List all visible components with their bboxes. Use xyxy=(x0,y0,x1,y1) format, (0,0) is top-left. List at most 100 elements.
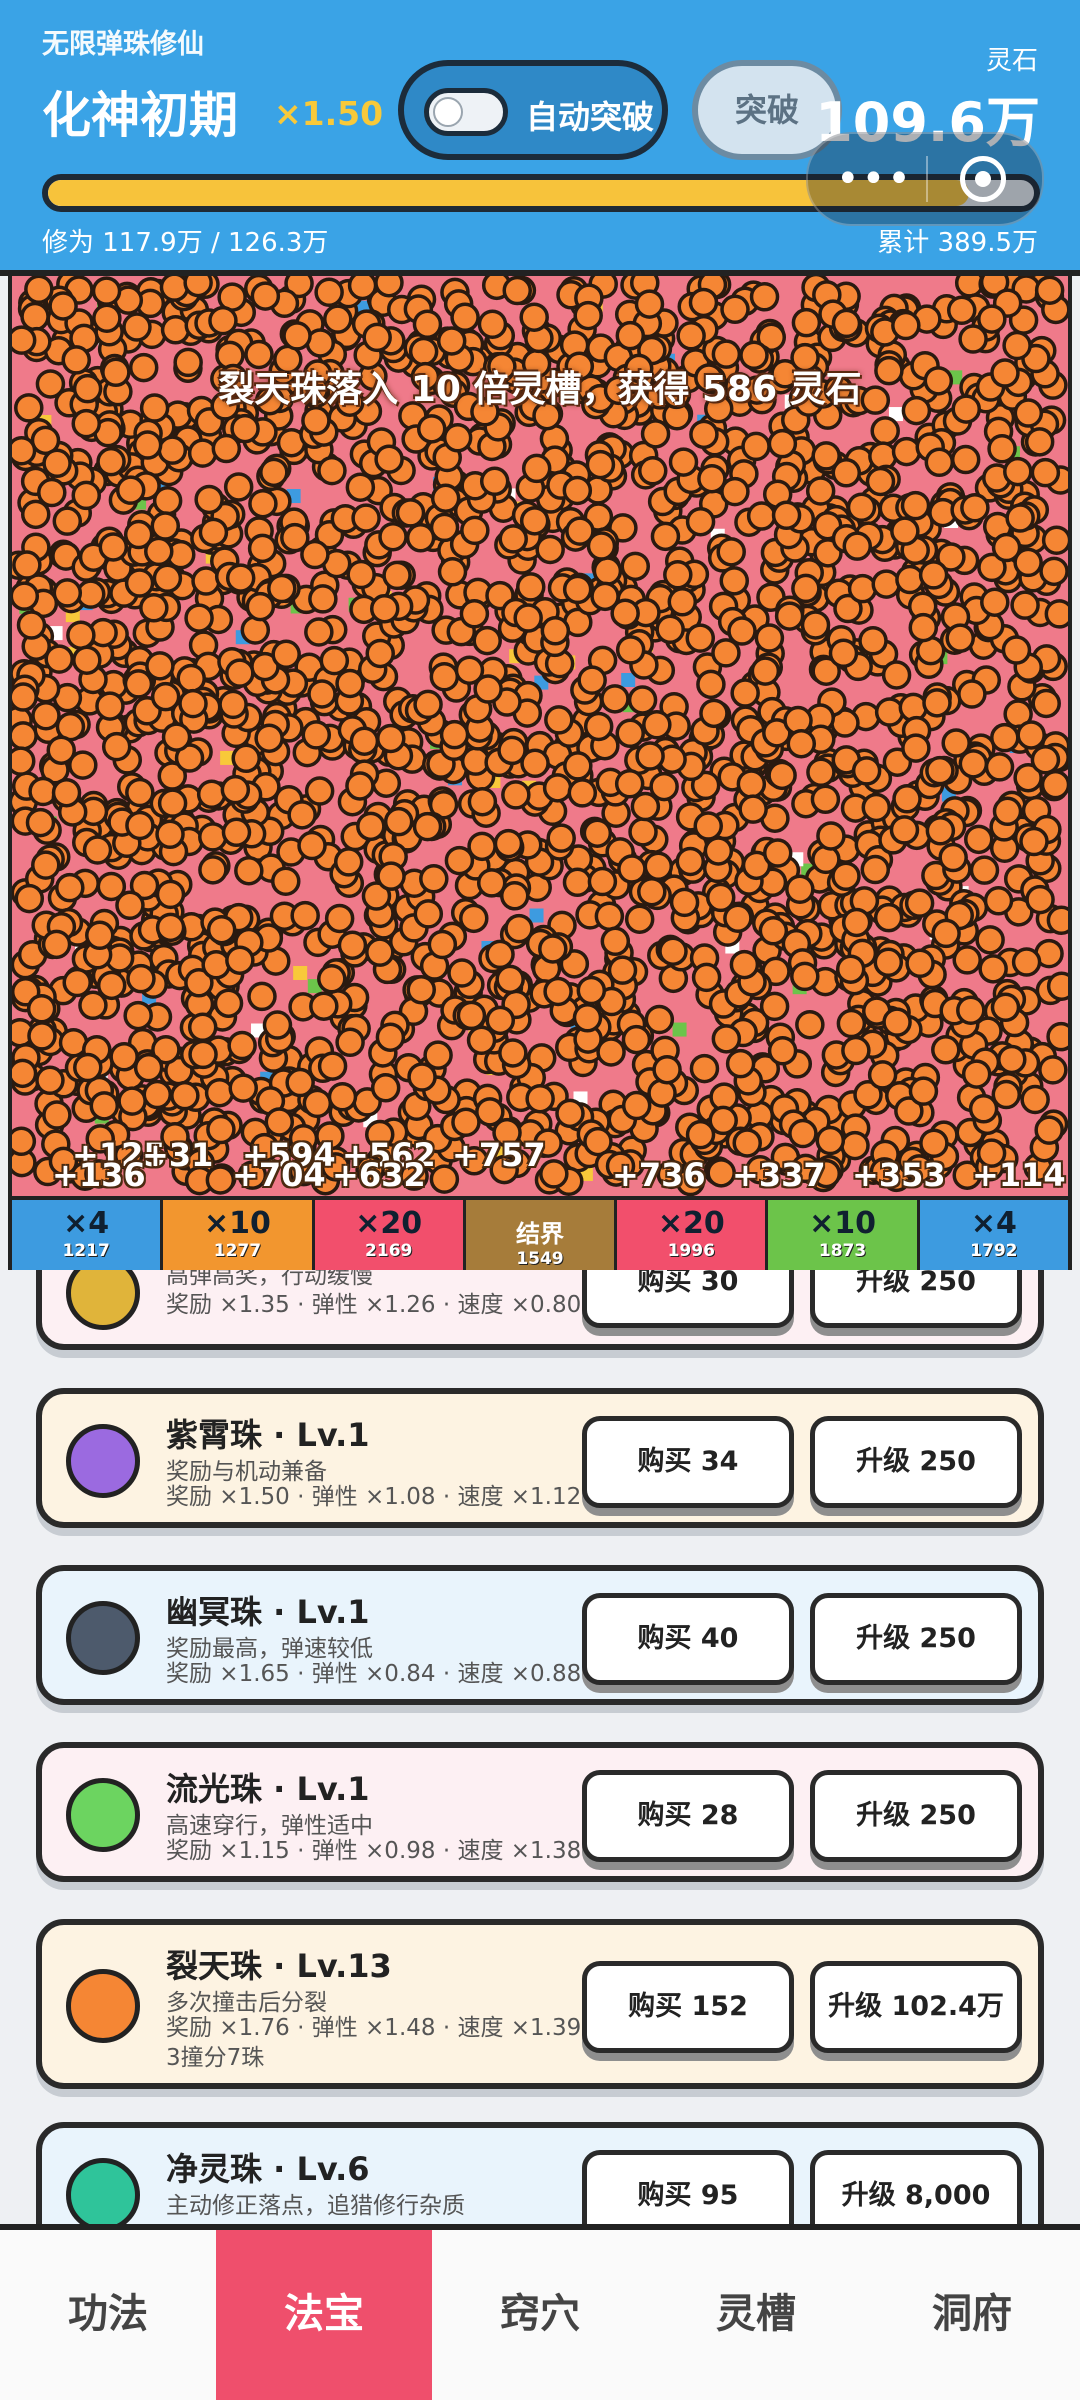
upgrade-button[interactable]: 升级 250 xyxy=(810,1270,1022,1328)
bead xyxy=(82,835,113,865)
auto-breakthrough-label: 自动突破 xyxy=(526,98,655,136)
bead xyxy=(234,855,264,886)
bead xyxy=(901,733,931,763)
bead xyxy=(562,475,593,506)
bead xyxy=(71,480,101,511)
bead xyxy=(262,1010,293,1040)
bead xyxy=(460,515,490,546)
buy-button[interactable]: 购买 40 xyxy=(582,1593,794,1685)
bead xyxy=(858,625,888,656)
bead xyxy=(213,988,244,1018)
upgrade-button[interactable]: 升级 250 xyxy=(810,1416,1022,1508)
upgrade-button[interactable]: 升级 250 xyxy=(810,1593,1022,1685)
bead xyxy=(447,958,477,988)
bead xyxy=(540,616,571,646)
more-dots-icon[interactable]: ••• xyxy=(836,156,913,202)
bead xyxy=(52,578,83,608)
bead-description: 高速穿行，弹性适中 xyxy=(166,1813,373,1839)
bead xyxy=(271,866,301,897)
bead xyxy=(365,937,395,967)
auto-breakthrough-toggle[interactable]: 自动突破 xyxy=(398,60,668,160)
bead-icon xyxy=(66,1270,140,1330)
bead xyxy=(35,1065,65,1096)
bead xyxy=(546,823,576,853)
tab-0[interactable]: 功法 xyxy=(0,2230,216,2400)
bead xyxy=(583,711,614,742)
target-close-icon[interactable] xyxy=(960,156,1006,202)
bead xyxy=(836,1008,867,1039)
bead xyxy=(31,701,61,731)
bead-description: 多次撞击后分裂 xyxy=(166,1990,327,2016)
bead xyxy=(347,276,378,301)
bead xyxy=(248,488,278,519)
bead xyxy=(221,817,252,848)
bead xyxy=(71,408,101,439)
tab-3[interactable]: 灵槽 xyxy=(648,2230,864,2400)
bottom-tab-bar: 功法 法宝 窍穴 灵槽 洞府 xyxy=(0,2224,1080,2400)
bead xyxy=(621,1090,652,1121)
bead xyxy=(961,1059,992,1089)
bead xyxy=(345,472,376,502)
bead xyxy=(676,321,706,351)
bead xyxy=(485,939,515,970)
bead xyxy=(31,850,61,880)
bead xyxy=(759,991,790,1022)
bead xyxy=(196,779,227,809)
bead xyxy=(42,1100,72,1130)
bead xyxy=(132,430,163,460)
realm-title: 化神初期 xyxy=(42,87,239,144)
score-popup: +757 xyxy=(452,1136,546,1174)
slot-multiplier: ×4 xyxy=(63,1206,110,1241)
pinball-board[interactable]: +125 +31 +594 +562 +136 +704 +632 +757 +736 +337 +… xyxy=(8,276,1072,1270)
bead xyxy=(810,784,841,815)
bead-list[interactable]: 高弹高奖，行动缓慢 奖励 ×1.35 · 弹性 ×1.26 · 速度 ×0.80 购… xyxy=(36,1270,1044,2224)
buy-button[interactable]: 购买 28 xyxy=(582,1770,794,1862)
bead xyxy=(786,728,817,759)
bead xyxy=(413,689,443,720)
bead xyxy=(91,276,122,306)
bead xyxy=(300,539,330,570)
buy-button[interactable]: 购买 152 xyxy=(582,1961,794,2053)
bead xyxy=(89,1091,120,1121)
bead xyxy=(750,656,781,686)
bead xyxy=(600,684,630,714)
bead xyxy=(73,1052,103,1083)
bead xyxy=(535,534,565,565)
bead xyxy=(874,697,905,727)
bead xyxy=(495,964,525,995)
buy-button[interactable]: 购买 34 xyxy=(582,1416,794,1508)
bead xyxy=(860,854,891,885)
upgrade-button[interactable]: 升级 102.4万 xyxy=(810,1961,1022,2053)
bead xyxy=(231,743,261,774)
bead xyxy=(493,828,524,859)
bead xyxy=(304,776,335,806)
tab-4[interactable]: 洞府 xyxy=(864,2230,1080,2400)
bead xyxy=(317,1051,348,1081)
tab-1[interactable]: 法宝 xyxy=(216,2230,432,2400)
toggle-switch[interactable] xyxy=(424,88,508,136)
bead xyxy=(437,557,468,587)
bead xyxy=(828,638,859,669)
bead-swarm xyxy=(12,276,1068,1197)
buy-button[interactable]: 购买 30 xyxy=(582,1270,794,1328)
buy-button[interactable]: 购买 95 xyxy=(582,2150,794,2224)
bead xyxy=(1038,1055,1068,1085)
bead xyxy=(351,503,381,533)
bead xyxy=(516,572,546,602)
bead xyxy=(1001,635,1032,665)
upgrade-button[interactable]: 升级 8,000 xyxy=(810,2150,1022,2224)
bead xyxy=(376,723,406,754)
bead xyxy=(157,788,188,818)
bead xyxy=(790,961,820,992)
tab-2[interactable]: 窍穴 xyxy=(432,2230,648,2400)
bead xyxy=(12,682,38,712)
bead xyxy=(184,603,214,633)
bead xyxy=(689,419,719,450)
bead xyxy=(635,741,665,771)
bead-stats: 奖励 ×1.15 · 弹性 ×0.98 · 速度 ×1.38 xyxy=(166,1838,582,1864)
bead-icon xyxy=(66,1778,140,1852)
upgrade-button[interactable]: 升级 250 xyxy=(810,1770,1022,1862)
bead xyxy=(582,818,613,848)
bead xyxy=(145,651,175,681)
bead xyxy=(975,925,1005,955)
